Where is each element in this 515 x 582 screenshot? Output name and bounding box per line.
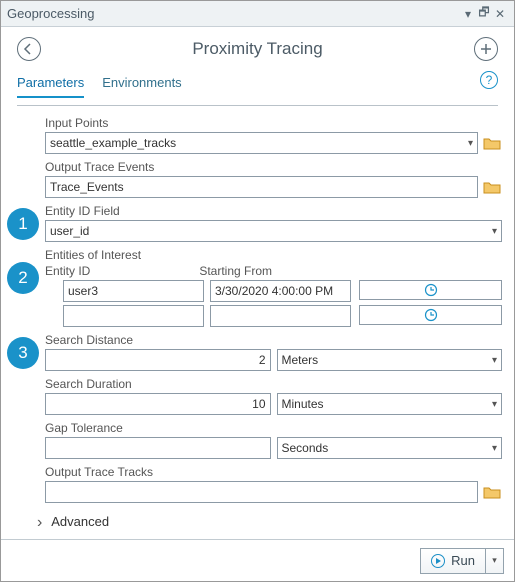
- chevron-down-icon: ▾: [492, 443, 497, 454]
- run-dropdown[interactable]: ▾: [486, 548, 504, 574]
- label-input-points: Input Points: [45, 116, 502, 130]
- browse-output-trace-events[interactable]: [482, 178, 502, 196]
- callout-3: 3: [7, 337, 39, 369]
- label-gap-tolerance: Gap Tolerance: [45, 421, 502, 435]
- run-button[interactable]: Run: [420, 548, 486, 574]
- restore-icon[interactable]: 🗗: [476, 6, 492, 22]
- search-duration-input[interactable]: [45, 393, 271, 415]
- folder-icon: [483, 180, 501, 194]
- label-output-trace-tracks: Output Trace Tracks: [45, 465, 502, 479]
- chevron-down-icon: ▾: [492, 399, 497, 410]
- advanced-toggle[interactable]: Advanced: [37, 513, 502, 531]
- starting-from-row-1[interactable]: [210, 280, 351, 302]
- label-entities-of-interest: Entities of Interest: [45, 248, 502, 262]
- entity-id-row-1[interactable]: [63, 280, 204, 302]
- back-button[interactable]: [17, 37, 41, 61]
- run-label: Run: [451, 553, 475, 568]
- label-entity-id: Entity ID: [45, 264, 193, 278]
- arrow-left-icon: [23, 43, 35, 55]
- search-distance-unit-value: Meters: [282, 353, 319, 367]
- label-entity-id-field: Entity ID Field: [45, 204, 502, 218]
- tab-environments[interactable]: Environments: [102, 71, 181, 98]
- panel-title: Geoprocessing: [7, 6, 94, 21]
- datetime-picker-2[interactable]: [359, 305, 502, 325]
- chevron-down-icon: ▾: [492, 226, 497, 237]
- input-points-value: seattle_example_tracks: [50, 136, 176, 150]
- search-distance-input[interactable]: [45, 349, 271, 371]
- advanced-label: Advanced: [51, 514, 109, 529]
- entity-id-field-combo[interactable]: user_id ▾: [45, 220, 502, 242]
- folder-icon: [483, 485, 501, 499]
- clock-icon: [424, 308, 438, 322]
- label-search-distance: Search Distance: [45, 333, 502, 347]
- plus-icon: [480, 43, 492, 55]
- chevron-down-icon: ▾: [492, 355, 497, 366]
- folder-icon: [483, 136, 501, 150]
- starting-from-row-2[interactable]: [210, 305, 351, 327]
- clock-icon: [424, 283, 438, 297]
- callout-1: 1: [7, 208, 39, 240]
- help-button[interactable]: ?: [480, 71, 498, 89]
- chevron-down-icon: ▾: [468, 138, 473, 149]
- output-trace-tracks-input[interactable]: [45, 481, 478, 503]
- play-icon: [431, 554, 445, 568]
- label-output-trace-events: Output Trace Events: [45, 160, 502, 174]
- search-distance-unit[interactable]: Meters ▾: [277, 349, 503, 371]
- entity-id-field-value: user_id: [50, 224, 89, 238]
- label-search-duration: Search Duration: [45, 377, 502, 391]
- close-icon[interactable]: ✕: [492, 6, 508, 22]
- tool-title: Proximity Tracing: [41, 39, 474, 59]
- gap-tolerance-unit[interactable]: Seconds ▾: [277, 437, 503, 459]
- entity-id-row-2[interactable]: [63, 305, 204, 327]
- browse-output-trace-tracks[interactable]: [482, 483, 502, 501]
- callout-2: 2: [7, 262, 39, 294]
- dropdown-icon[interactable]: ▾: [460, 6, 476, 22]
- gap-tolerance-unit-value: Seconds: [282, 441, 329, 455]
- label-starting-from: Starting From: [199, 264, 347, 278]
- output-trace-events-input[interactable]: [45, 176, 478, 198]
- input-points-combo[interactable]: seattle_example_tracks ▾: [45, 132, 478, 154]
- tab-parameters[interactable]: Parameters: [17, 71, 84, 98]
- search-duration-unit-value: Minutes: [282, 397, 324, 411]
- search-duration-unit[interactable]: Minutes ▾: [277, 393, 503, 415]
- datetime-picker-1[interactable]: [359, 280, 502, 300]
- add-button[interactable]: [474, 37, 498, 61]
- gap-tolerance-input[interactable]: [45, 437, 271, 459]
- browse-input-points[interactable]: [482, 134, 502, 152]
